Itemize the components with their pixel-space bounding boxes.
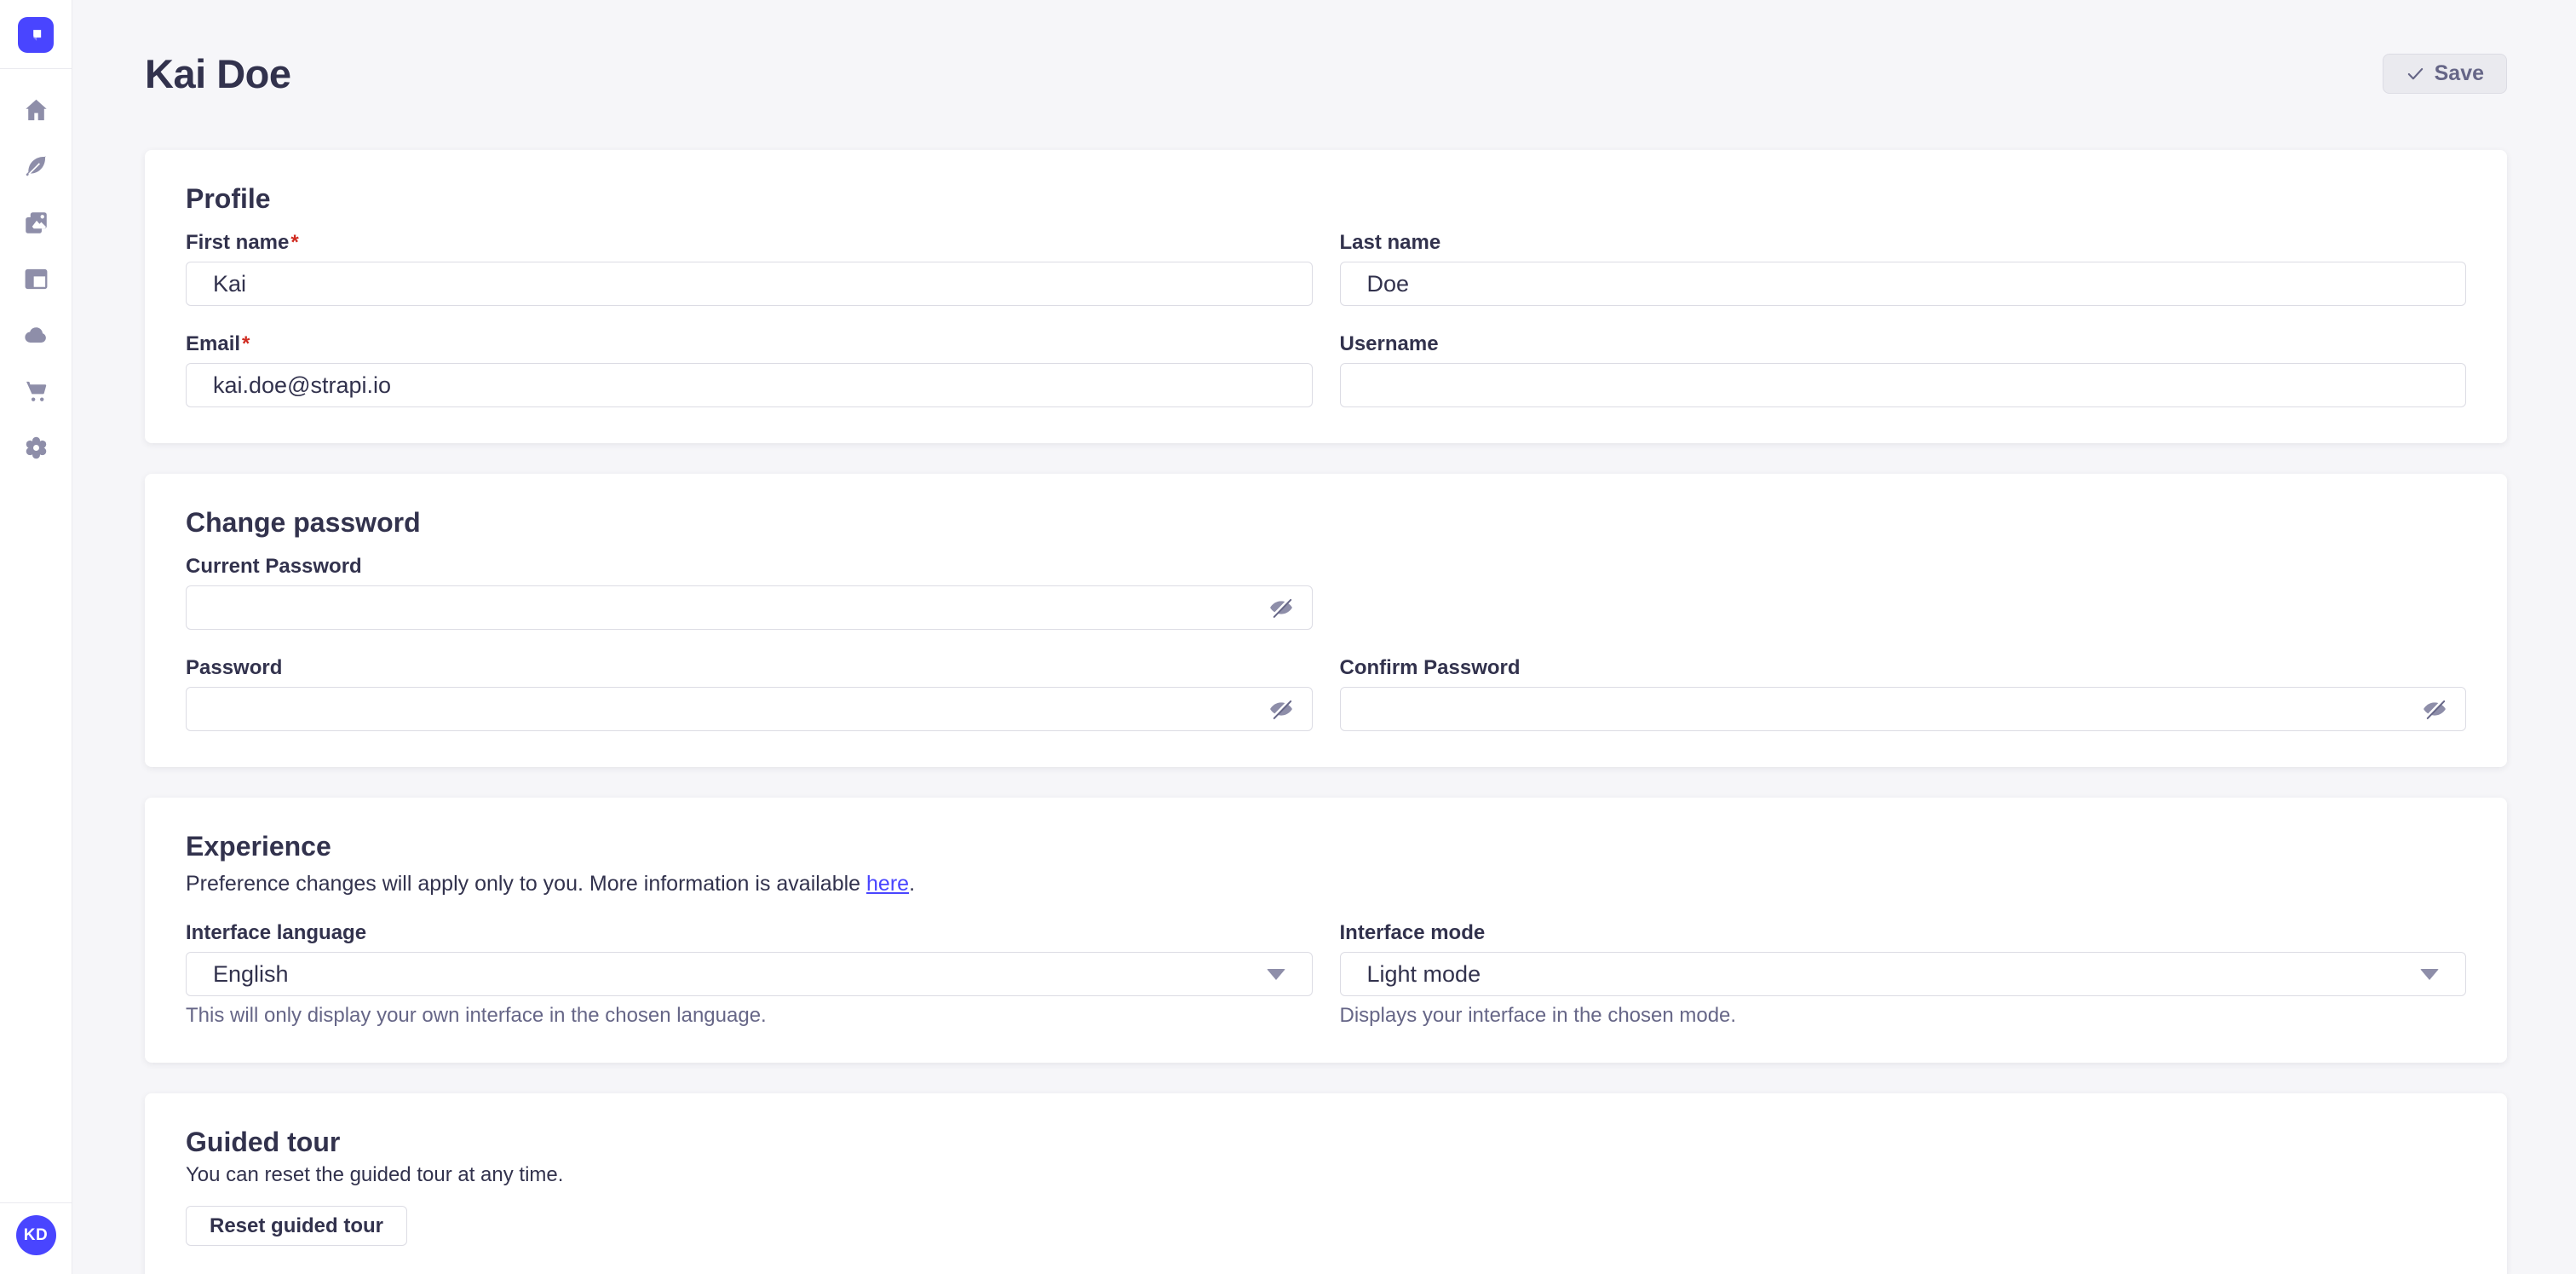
toggle-current-password-visibility-button[interactable] — [1263, 590, 1299, 625]
guided-tour-section-title: Guided tour — [186, 1126, 2466, 1158]
sidebar-item-content-manager[interactable] — [17, 147, 55, 185]
profile-section-title: Profile — [186, 182, 2466, 215]
experience-description: Preference changes will apply only to yo… — [186, 871, 2466, 896]
interface-language-value: English — [213, 961, 289, 988]
eye-slash-icon — [1268, 695, 1295, 723]
interface-mode-field-group: Interface mode Light mode Displays your … — [1340, 922, 2467, 1027]
sidebar-item-home[interactable] — [17, 91, 55, 129]
chevron-down-icon — [1267, 969, 1285, 980]
eye-slash-icon — [1268, 594, 1295, 621]
images-icon — [23, 210, 49, 236]
avatar-wrap: KD — [16, 1203, 56, 1274]
reset-guided-tour-button[interactable]: Reset guided tour — [186, 1206, 407, 1246]
current-password-label: Current Password — [186, 556, 1313, 578]
cart-icon — [23, 378, 49, 405]
confirm-password-field-group: Confirm Password — [1340, 657, 2467, 731]
toggle-password-visibility-button[interactable] — [1263, 691, 1299, 727]
current-password-field-group: Current Password — [186, 556, 1313, 630]
first-name-input[interactable] — [186, 262, 1313, 306]
sidebar-item-deploy[interactable] — [17, 316, 55, 354]
save-button[interactable]: Save — [2383, 54, 2507, 94]
gear-icon — [23, 435, 49, 461]
interface-language-field-group: Interface language English This will onl… — [186, 922, 1313, 1027]
last-name-field-group: Last name — [1340, 232, 2467, 306]
username-input[interactable] — [1340, 363, 2467, 407]
interface-mode-select[interactable]: Light mode — [1340, 952, 2467, 996]
experience-field-grid: Interface language English This will onl… — [186, 922, 2466, 1027]
password-field-grid: Current Password Password — [186, 556, 2466, 731]
current-password-input[interactable] — [186, 585, 1313, 630]
chevron-down-icon — [2420, 969, 2439, 980]
sidebar-item-settings[interactable] — [17, 429, 55, 466]
strapi-logo-icon — [25, 24, 47, 46]
email-label: Email* — [186, 333, 1313, 355]
last-name-label: Last name — [1340, 232, 2467, 254]
username-field-group: Username — [1340, 333, 2467, 407]
profile-field-grid: First name* Last name Email* Username — [186, 232, 2466, 407]
page-header: Kai Doe Save — [145, 49, 2507, 97]
password-label: Password — [186, 657, 1313, 679]
sidebar-nav — [17, 69, 55, 466]
interface-language-hint: This will only display your own interfac… — [186, 1005, 1313, 1027]
password-input[interactable] — [186, 687, 1313, 731]
workspace-logo-wrap — [18, 0, 54, 68]
main-content: Kai Doe Save Profile First name* Last na… — [73, 0, 2576, 1274]
change-password-section-title: Change password — [186, 506, 2466, 539]
profile-card: Profile First name* Last name Email* Use… — [145, 150, 2507, 443]
sidebar-item-content-type-builder[interactable] — [17, 260, 55, 297]
last-name-input[interactable] — [1340, 262, 2467, 306]
confirm-password-input[interactable] — [1340, 687, 2467, 731]
email-input[interactable] — [186, 363, 1313, 407]
first-name-label: First name* — [186, 232, 1313, 254]
experience-card: Experience Preference changes will apply… — [145, 798, 2507, 1063]
sidebar: KD — [0, 0, 72, 1274]
cloud-icon — [23, 322, 49, 349]
interface-language-select[interactable]: English — [186, 952, 1313, 996]
confirm-password-input-wrap — [1340, 687, 2467, 731]
interface-mode-value: Light mode — [1367, 961, 1481, 988]
check-icon — [2406, 64, 2425, 84]
grid-spacer — [1340, 556, 2467, 630]
first-name-field-group: First name* — [186, 232, 1313, 306]
strapi-logo[interactable] — [18, 17, 54, 53]
change-password-card: Change password Current Password — [145, 474, 2507, 767]
toggle-confirm-password-visibility-button[interactable] — [2417, 691, 2452, 727]
password-field-group: Password — [186, 657, 1313, 731]
layout-icon — [23, 266, 49, 292]
current-password-input-wrap — [186, 585, 1313, 630]
feather-icon — [23, 153, 49, 180]
email-field-group: Email* — [186, 333, 1313, 407]
save-button-label: Save — [2435, 61, 2484, 86]
required-asterisk: * — [240, 332, 250, 355]
more-information-link[interactable]: here — [866, 872, 909, 896]
eye-slash-icon — [2421, 695, 2448, 723]
sidebar-item-media-library[interactable] — [17, 204, 55, 241]
sidebar-item-marketplace[interactable] — [17, 372, 55, 410]
user-avatar[interactable]: KD — [16, 1215, 56, 1255]
guided-tour-card: Guided tour You can reset the guided tou… — [145, 1093, 2507, 1274]
password-input-wrap — [186, 687, 1313, 731]
required-asterisk: * — [289, 231, 298, 254]
guided-tour-description: You can reset the guided tour at any tim… — [186, 1163, 2466, 1187]
interface-mode-label: Interface mode — [1340, 922, 2467, 944]
interface-mode-hint: Displays your interface in the chosen mo… — [1340, 1005, 2467, 1027]
experience-section-title: Experience — [186, 830, 2466, 862]
interface-language-label: Interface language — [186, 922, 1313, 944]
username-label: Username — [1340, 333, 2467, 355]
confirm-password-label: Confirm Password — [1340, 657, 2467, 679]
home-icon — [23, 97, 49, 124]
page-title: Kai Doe — [145, 50, 291, 97]
